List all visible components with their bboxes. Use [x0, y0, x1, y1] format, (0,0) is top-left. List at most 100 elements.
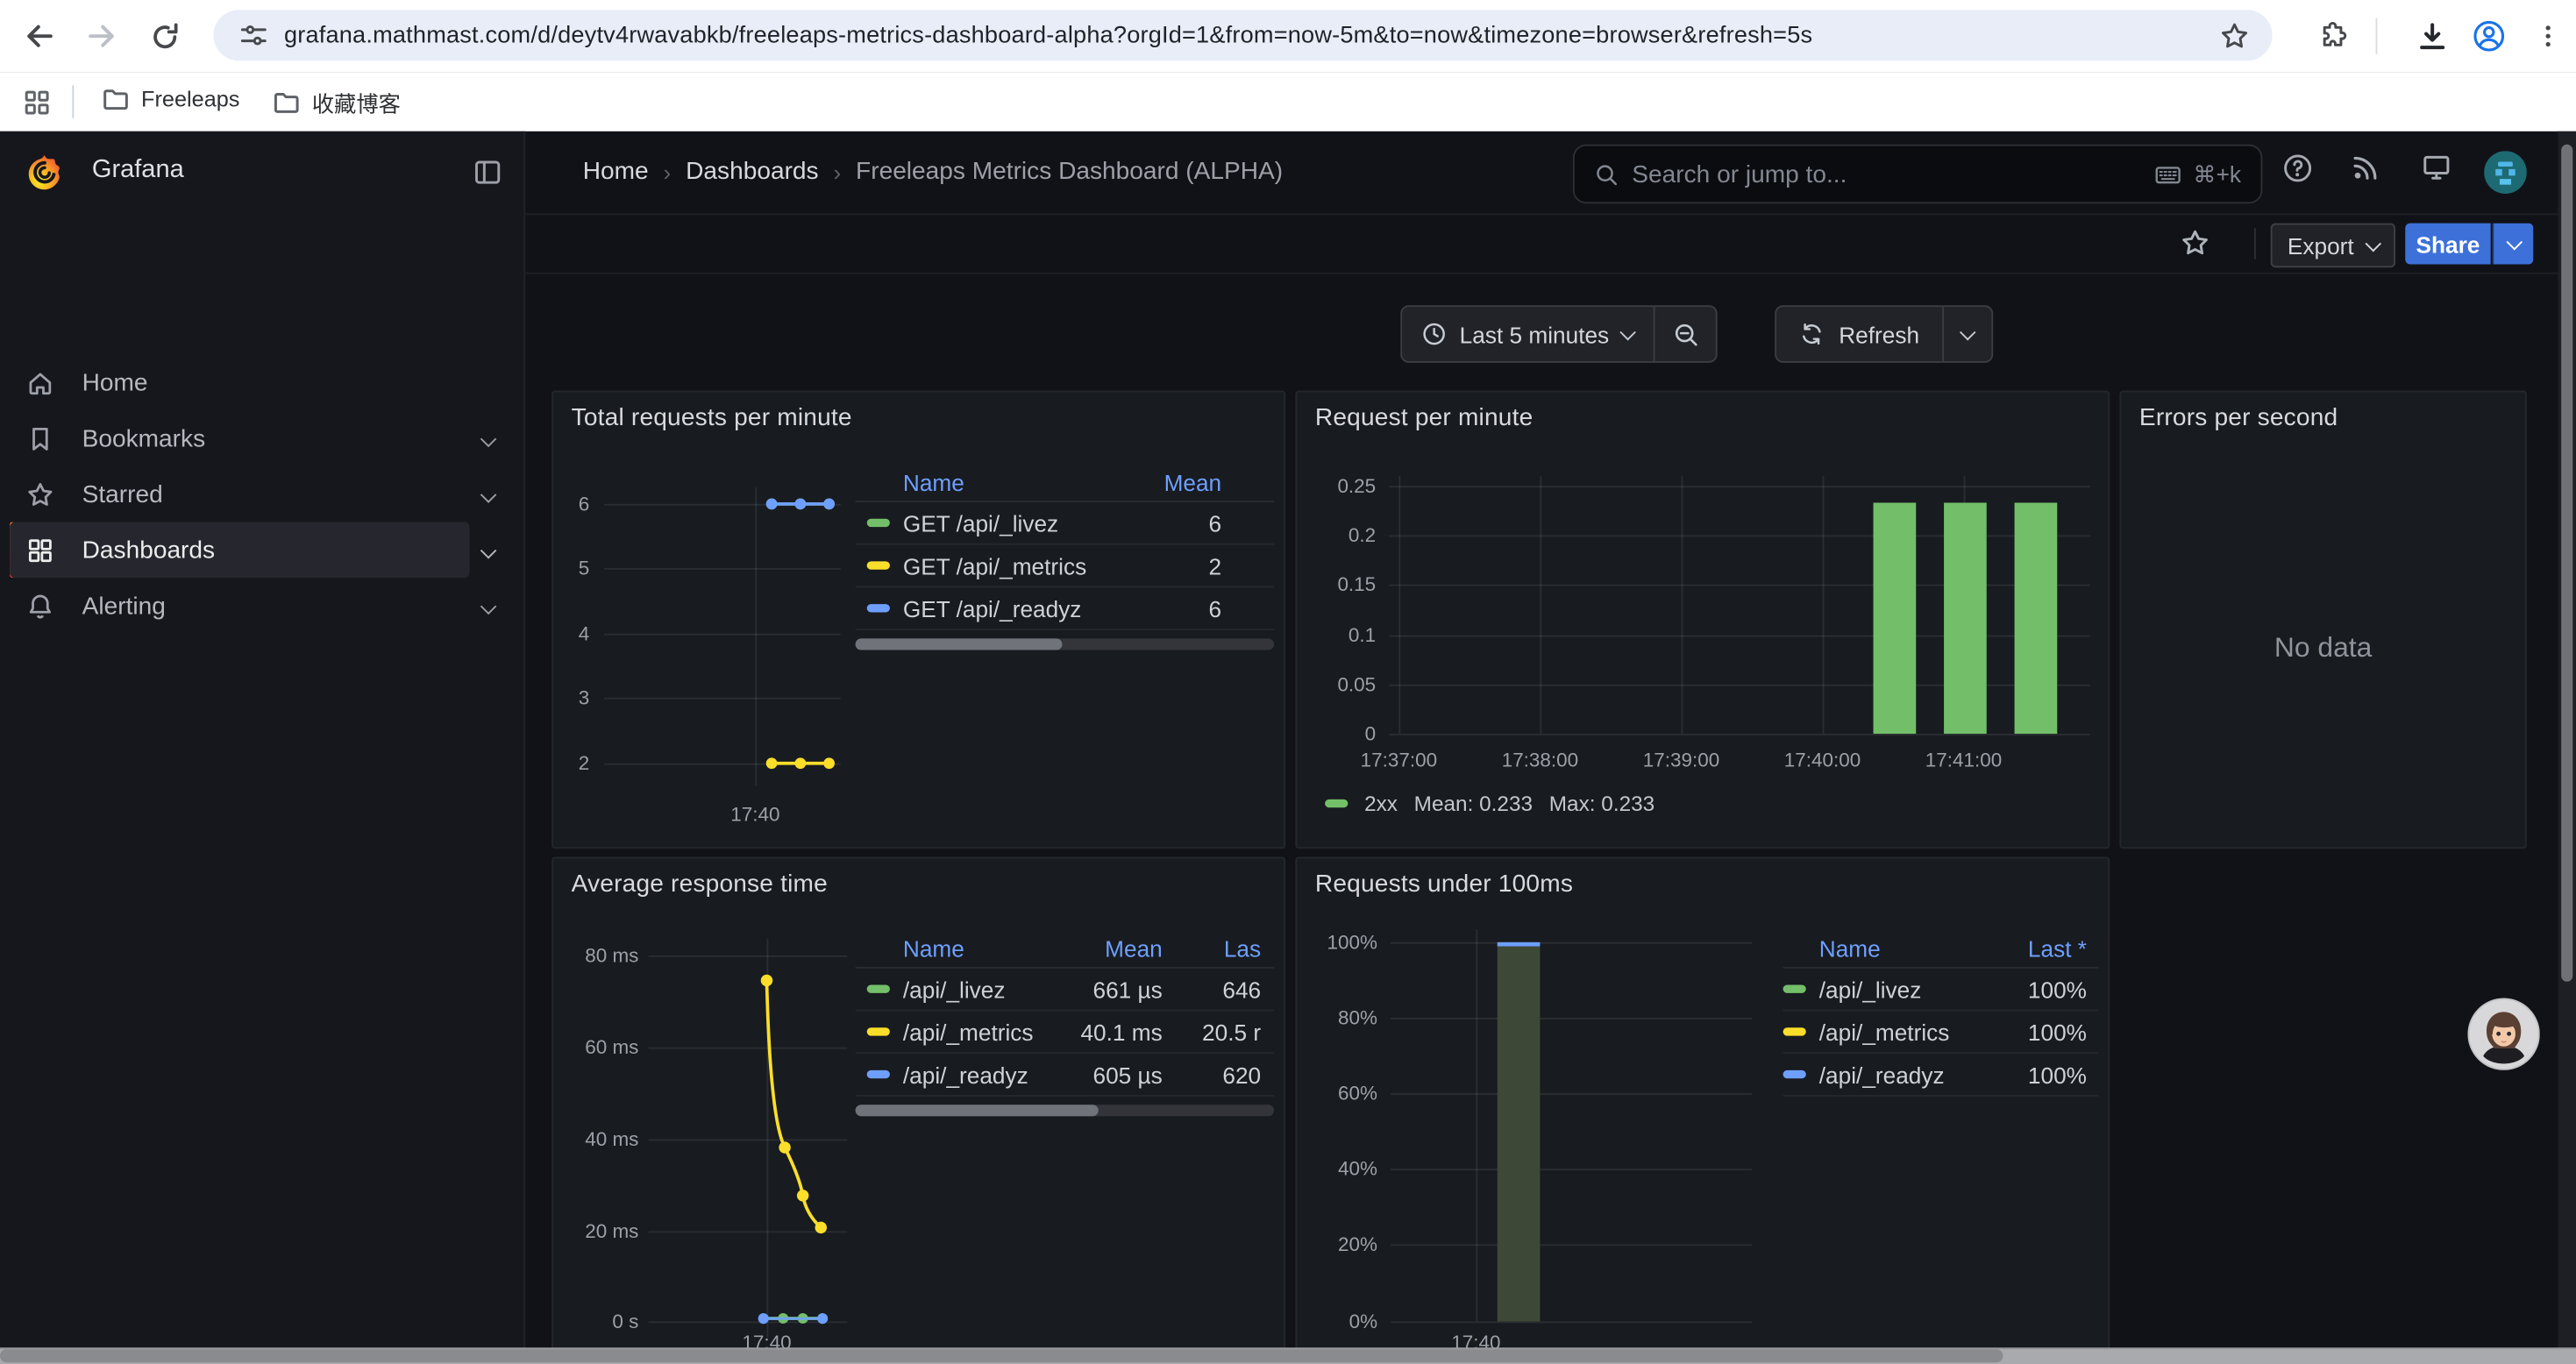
legend-row[interactable]: /api/_livez 100% [1783, 969, 2099, 1012]
sidebar-item-starred[interactable]: Starred [10, 466, 469, 522]
search-input[interactable]: Search or jump to... ⌘+k [1573, 145, 2262, 203]
browser-back-button[interactable] [17, 13, 62, 59]
legend-scrollbar[interactable] [856, 638, 1274, 650]
bookmark-folder-blogs[interactable]: 收藏博客 [273, 85, 401, 117]
series-last: 100% [1972, 1062, 2087, 1088]
legend-col-last[interactable]: Las [1163, 935, 1261, 962]
legend-row[interactable]: /api/_livez 661 µs 646 [856, 969, 1274, 1012]
search-placeholder: Search or jump to... [1632, 160, 2153, 188]
series-swatch [867, 1027, 890, 1035]
floating-assistant-avatar[interactable] [2467, 998, 2539, 1069]
legend-row[interactable]: /api/_readyz 605 µs 620 [856, 1054, 1274, 1097]
legend-row[interactable]: /api/_readyz 100% [1783, 1054, 2099, 1097]
sidebar-item-dashboards[interactable]: Dashboards [10, 522, 469, 578]
puzzle-icon [2318, 21, 2348, 51]
legend-col-mean[interactable]: Mean [1123, 470, 1221, 496]
browser-reload-button[interactable] [141, 13, 187, 59]
bookmark-star-icon[interactable] [2220, 20, 2250, 50]
chevron-down-icon[interactable] [480, 486, 497, 502]
legend-header: Name Mean Las [856, 931, 1274, 969]
monitor-icon [2422, 153, 2451, 182]
panel-request-per-minute: Request per minute 0.25 0.2 0.15 0.1 0.0… [1295, 391, 2110, 849]
browser-address-bar[interactable]: grafana.mathmast.com/d/deytv4rwavabkb/fr… [213, 10, 2272, 60]
chevron-down-icon[interactable] [480, 542, 497, 558]
series-last: 100% [1972, 976, 2087, 1002]
panel-requests-under-100ms: Requests under 100ms 100% 80% 60% 40% 20… [1295, 856, 2110, 1364]
downloads-button[interactable] [2409, 13, 2454, 59]
sidebar-item-home[interactable]: Home [10, 354, 469, 410]
sidebar-item-label: Alerting [82, 592, 166, 620]
favorite-dashboard-button[interactable] [2172, 220, 2217, 266]
series-swatch [867, 561, 890, 569]
brand-name[interactable]: Grafana [92, 156, 184, 186]
keyboard-icon [2153, 160, 2181, 188]
series-last: 20.5 r [1163, 1019, 1261, 1045]
refresh-button[interactable]: Refresh [1776, 321, 1942, 347]
chevron-down-icon[interactable] [480, 598, 497, 615]
share-button[interactable]: Share [2405, 224, 2490, 265]
apps-grid-button[interactable] [13, 79, 59, 124]
legend-table: Name Mean GET /api/_livez 6 GET /api/_me… [856, 465, 1274, 650]
legend-header: Name Mean [856, 465, 1274, 502]
breadcrumb: Home › Dashboards › Freeleaps Metrics Da… [583, 158, 1283, 186]
user-avatar[interactable] [2484, 151, 2527, 194]
horizontal-scrollbar-thumb[interactable] [0, 1349, 2003, 1361]
breadcrumb-dashboards[interactable]: Dashboards [686, 158, 818, 186]
sidebar-item-bookmarks[interactable]: Bookmarks [10, 410, 469, 466]
legend-scrollbar[interactable] [856, 1105, 1274, 1116]
chevron-down-icon[interactable] [480, 430, 497, 447]
legend-row[interactable]: GET /api/_metrics 2 [856, 545, 1274, 588]
series-mean: 2 [1123, 552, 1221, 579]
series-name: 2xx [1364, 792, 1398, 816]
zoom-out-button[interactable] [1655, 307, 1716, 361]
browser-menu-button[interactable] [2525, 13, 2571, 59]
legend-col-name[interactable]: Name [856, 935, 1057, 962]
site-info-icon[interactable] [239, 21, 267, 49]
bookmark-folder-freeleaps[interactable]: Freeleaps [102, 85, 239, 113]
search-shortcut: ⌘+k [2193, 160, 2241, 188]
sidebar-item-label: Starred [82, 480, 163, 508]
girl-avatar-icon [2467, 998, 2539, 1069]
panel-title[interactable]: Errors per second [2139, 404, 2338, 432]
zoom-out-icon [1672, 321, 1698, 347]
dashboards-grid-icon [26, 536, 54, 564]
legend-col-name[interactable]: Name [1783, 935, 1972, 962]
export-button[interactable]: Export [2271, 224, 2395, 268]
legend-col-mean[interactable]: Mean [1057, 935, 1163, 962]
legend-row[interactable]: /api/_metrics 100% [1783, 1011, 2099, 1054]
help-button[interactable] [2274, 145, 2319, 190]
refresh-interval-button[interactable] [1944, 307, 1991, 361]
sidebar: Grafana Home Bookmarks Starred [0, 131, 525, 1361]
legend-row[interactable]: GET /api/_livez 6 [856, 502, 1274, 545]
series-mean: 661 µs [1057, 976, 1163, 1002]
sidebar-item-alerting[interactable]: Alerting [10, 578, 469, 634]
news-button[interactable] [2343, 145, 2388, 190]
display-button[interactable] [2414, 145, 2459, 190]
legend[interactable]: 2xx Mean: 0.233 Max: 0.233 [1325, 792, 1654, 816]
grafana-logo[interactable] [25, 153, 64, 192]
extensions-button[interactable] [2310, 13, 2356, 59]
toolbar-divider [2376, 18, 2378, 54]
toolbar-divider [2254, 228, 2256, 259]
browser-forward-button[interactable] [79, 13, 125, 59]
series-name: /api/_metrics [1819, 1019, 1972, 1045]
series-swatch [1783, 1027, 1806, 1035]
request-per-minute-chart[interactable] [1297, 393, 2108, 848]
vertical-scrollbar-thumb[interactable] [2561, 145, 2572, 982]
folder-icon [102, 85, 130, 113]
legend-row[interactable]: GET /api/_readyz 6 [856, 587, 1274, 630]
share-menu-button[interactable] [2493, 224, 2534, 265]
time-range-picker[interactable]: Last 5 minutes [1402, 321, 1654, 347]
breadcrumb-separator: › [819, 159, 856, 185]
dock-menu-button[interactable] [465, 149, 510, 195]
breadcrumb-home[interactable]: Home [583, 158, 649, 186]
series-mean: Mean: 0.233 [1414, 792, 1533, 816]
legend-col-last[interactable]: Last * [1972, 935, 2087, 962]
screen: grafana.mathmast.com/d/deytv4rwavabkb/fr… [0, 0, 2576, 1361]
series-mean: 40.1 ms [1057, 1019, 1163, 1045]
bookmark-label: 收藏博客 [312, 85, 401, 117]
series-name: /api/_readyz [1819, 1062, 1972, 1088]
legend-row[interactable]: /api/_metrics 40.1 ms 20.5 r [856, 1011, 1274, 1054]
profile-button[interactable] [2466, 13, 2512, 59]
legend-col-name[interactable]: Name [856, 470, 1123, 496]
